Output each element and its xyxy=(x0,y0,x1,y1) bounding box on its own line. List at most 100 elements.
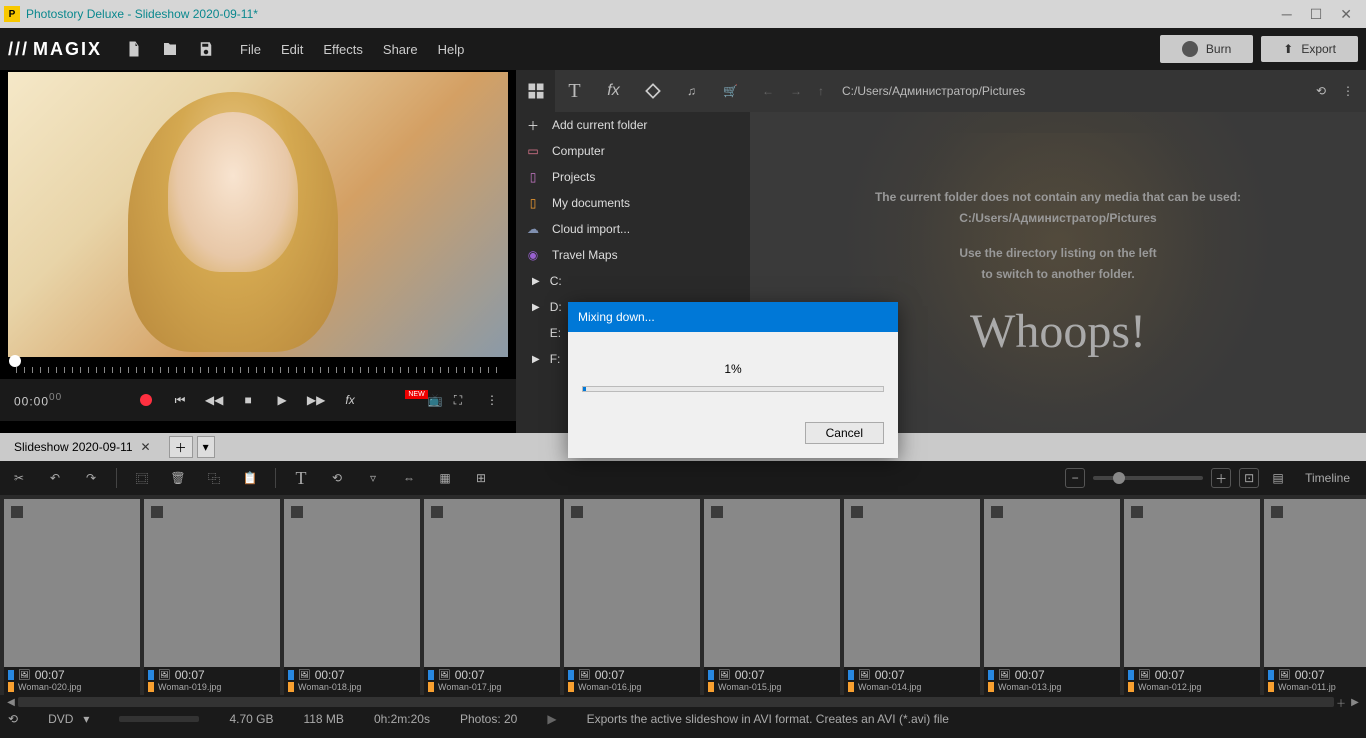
nav-forward-button[interactable]: → xyxy=(786,84,806,98)
slide-checkbox[interactable] xyxy=(1270,505,1284,519)
grid-button[interactable]: ⊞ xyxy=(470,467,492,489)
stop-button[interactable]: ■ xyxy=(238,390,258,410)
add-folder-item[interactable]: ＋Add current folder xyxy=(516,112,750,138)
chapter-button[interactable]: ▦ xyxy=(434,467,456,489)
slide-thumb[interactable] xyxy=(144,499,280,667)
store-tab[interactable]: 🛒 xyxy=(711,70,750,112)
playhead[interactable] xyxy=(9,355,21,367)
skip-prev-button[interactable]: ⏮ xyxy=(170,390,190,410)
slide-thumb[interactable] xyxy=(704,499,840,667)
computer-item[interactable]: ▭Computer xyxy=(516,138,750,164)
slide-8[interactable]: 🖼00:07 Woman-012.jpg xyxy=(1124,499,1260,695)
tab-add-button[interactable]: ＋ xyxy=(169,436,193,458)
cancel-button[interactable]: Cancel xyxy=(805,422,884,444)
slide-thumb[interactable] xyxy=(564,499,700,667)
drive-c[interactable]: ▶C: xyxy=(516,268,750,294)
slide-4[interactable]: 🖼00:07 Woman-016.jpg xyxy=(564,499,700,695)
range-button[interactable]: ⇔ xyxy=(398,467,420,489)
play-button[interactable]: ▶ xyxy=(272,390,292,410)
slide-thumb[interactable] xyxy=(4,499,140,667)
rotate-button[interactable]: ⟲ xyxy=(326,467,348,489)
slide-checkbox[interactable] xyxy=(850,505,864,519)
slide-6[interactable]: 🖼00:07 Woman-014.jpg xyxy=(844,499,980,695)
my-documents-item[interactable]: ▯My documents xyxy=(516,190,750,216)
slide-checkbox[interactable] xyxy=(570,505,584,519)
options-icon[interactable]: ⋮ xyxy=(1338,84,1358,98)
scroll-right-button[interactable]: ▶ xyxy=(1348,695,1362,709)
fullscreen-button[interactable]: ⛶ xyxy=(448,390,468,410)
cast-button[interactable]: NEW📺 xyxy=(414,390,434,410)
storyboard-scrollbar[interactable]: ◀ ＋ ▶ xyxy=(0,695,1366,709)
slide-thumb[interactable] xyxy=(284,499,420,667)
slide-checkbox[interactable] xyxy=(710,505,724,519)
menu-share[interactable]: Share xyxy=(373,42,428,57)
undo-button[interactable]: ↶ xyxy=(44,467,66,489)
transitions-tab[interactable] xyxy=(633,70,672,112)
nav-up-button[interactable]: ↑ xyxy=(814,84,828,98)
refresh-status-icon[interactable]: ⟲ xyxy=(8,712,18,726)
copy-button[interactable]: ⿻ xyxy=(203,467,225,489)
slide-9[interactable]: 🖼00:07 Woman-011.jp xyxy=(1264,499,1366,695)
tab-dropdown-button[interactable]: ▾ xyxy=(197,436,215,458)
scroll-add-button[interactable]: ＋ xyxy=(1334,695,1348,709)
redo-button[interactable]: ↷ xyxy=(80,467,102,489)
zoom-in-button[interactable]: ＋ xyxy=(1211,468,1231,488)
status-dropdown-icon[interactable]: ▾ xyxy=(83,712,89,726)
slide-thumb[interactable] xyxy=(844,499,980,667)
menu-help[interactable]: Help xyxy=(428,42,475,57)
menu-edit[interactable]: Edit xyxy=(271,42,313,57)
title-button[interactable]: T xyxy=(290,467,312,489)
slide-thumb[interactable] xyxy=(424,499,560,667)
tab-close-icon[interactable]: ✕ xyxy=(141,440,151,454)
preview-ruler[interactable] xyxy=(8,359,508,379)
timeline-label[interactable]: Timeline xyxy=(1305,471,1350,485)
close-button[interactable]: ✕ xyxy=(1340,6,1352,23)
scroll-left-button[interactable]: ◀ xyxy=(4,695,18,709)
projects-item[interactable]: ▯Projects xyxy=(516,164,750,190)
text-tab[interactable]: T xyxy=(555,70,594,112)
marker-button[interactable]: ▿ xyxy=(362,467,384,489)
slide-thumb[interactable] xyxy=(1124,499,1260,667)
forward-button[interactable]: ▶▶ xyxy=(306,390,326,410)
slide-checkbox[interactable] xyxy=(1130,505,1144,519)
travel-maps-item[interactable]: ◉Travel Maps xyxy=(516,242,750,268)
menu-effects[interactable]: Effects xyxy=(313,42,373,57)
zoom-slider[interactable] xyxy=(1093,476,1203,480)
slide-checkbox[interactable] xyxy=(990,505,1004,519)
nav-back-button[interactable]: ← xyxy=(758,84,778,98)
slide-3[interactable]: 🖼00:07 Woman-017.jpg xyxy=(424,499,560,695)
slide-thumb[interactable] xyxy=(1264,499,1366,667)
new-file-icon[interactable] xyxy=(122,37,146,61)
audio-tab[interactable]: ♫ xyxy=(672,70,711,112)
zoom-out-button[interactable]: − xyxy=(1065,468,1085,488)
slide-checkbox[interactable] xyxy=(10,505,24,519)
slide-checkbox[interactable] xyxy=(290,505,304,519)
open-file-icon[interactable] xyxy=(158,37,182,61)
slide-checkbox[interactable] xyxy=(430,505,444,519)
zoom-fit-button[interactable]: ⊡ xyxy=(1239,468,1259,488)
paste-button[interactable]: 📋 xyxy=(239,467,261,489)
menu-file[interactable]: File xyxy=(230,42,271,57)
slide-thumb[interactable] xyxy=(984,499,1120,667)
project-tab[interactable]: Slideshow 2020-09-11 ✕ xyxy=(0,433,165,461)
refresh-icon[interactable]: ⟲ xyxy=(1312,84,1330,98)
cut-button[interactable]: ✂ xyxy=(8,467,30,489)
burn-button[interactable]: Burn xyxy=(1160,35,1253,63)
fx-tab[interactable]: fx xyxy=(594,70,633,112)
minimize-button[interactable]: ─ xyxy=(1282,6,1292,23)
fx-button[interactable]: fx xyxy=(340,390,360,410)
slide-checkbox[interactable] xyxy=(150,505,164,519)
more-button[interactable]: ⋮ xyxy=(482,390,502,410)
delete-button[interactable]: 🗑 xyxy=(167,467,189,489)
view-toggle-button[interactable]: ▤ xyxy=(1267,467,1289,489)
save-icon[interactable] xyxy=(194,37,218,61)
record-button[interactable] xyxy=(136,390,156,410)
slide-2[interactable]: 🖼00:07 Woman-018.jpg xyxy=(284,499,420,695)
rewind-button[interactable]: ◀◀ xyxy=(204,390,224,410)
storyboard[interactable]: 🖼00:07 Woman-020.jpg 🖼00:07 Woman-019.jp… xyxy=(0,495,1366,695)
slide-7[interactable]: 🖼00:07 Woman-013.jpg xyxy=(984,499,1120,695)
slide-0[interactable]: 🖼00:07 Woman-020.jpg xyxy=(4,499,140,695)
cloud-import-item[interactable]: ☁Cloud import... xyxy=(516,216,750,242)
path-field[interactable]: C:/Users/Администратор/Pictures xyxy=(836,84,1304,98)
export-button[interactable]: ⬆Export xyxy=(1261,36,1358,62)
